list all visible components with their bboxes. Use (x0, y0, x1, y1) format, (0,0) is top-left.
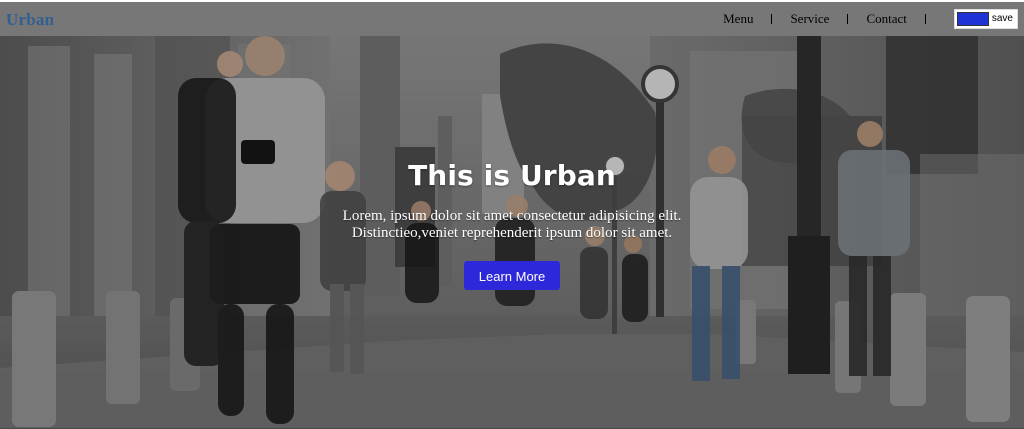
color-swatch[interactable] (956, 12, 989, 26)
top-navbar: Urban Menu Service Contact save (0, 2, 1024, 36)
page-root: Urban Menu Service Contact save This is … (0, 0, 1024, 429)
primary-navigation: Menu Service Contact save (723, 2, 1018, 36)
nav-service-link[interactable]: Service (790, 11, 829, 27)
save-button-label[interactable]: save (991, 14, 1017, 24)
hero-content: This is Urban Lorem, ipsum dolor sit ame… (0, 159, 1024, 291)
hero-description: Lorem, ipsum dolor sit amet consectetur … (0, 208, 1024, 242)
nav-separator (847, 14, 849, 24)
nav-contact-link[interactable]: Contact (866, 11, 906, 27)
nav-menu-link[interactable]: Menu (723, 11, 753, 27)
nav-separator (771, 14, 773, 24)
hero-title: This is Urban (408, 159, 616, 192)
save-control[interactable]: save (953, 9, 1018, 29)
nav-separator (924, 14, 926, 24)
hero-description-line-1: Lorem, ipsum dolor sit amet consectetur … (342, 207, 682, 224)
learn-more-button[interactable]: Learn More (464, 261, 560, 291)
brand-logo[interactable]: Urban (6, 11, 54, 28)
hero-section: This is Urban Lorem, ipsum dolor sit ame… (0, 36, 1024, 429)
hero-description-line-2: Distinctieo,veniet reprehenderit ipsum d… (351, 224, 673, 241)
